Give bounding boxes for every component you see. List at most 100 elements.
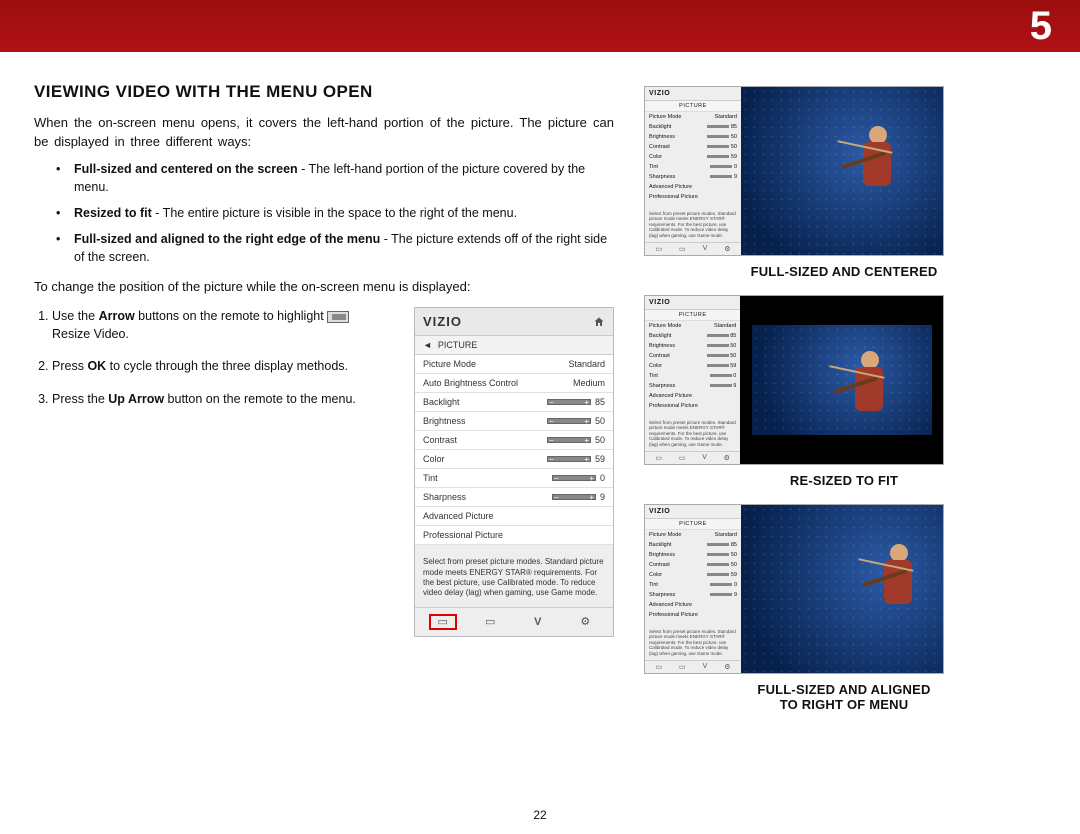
menu-row-professional-picture[interactable]: Professional Picture bbox=[415, 526, 613, 545]
menu-row-auto-brightness[interactable]: Auto Brightness Control Medium bbox=[415, 374, 613, 393]
menu-row-tint[interactable]: Tint −+ 0 bbox=[415, 469, 613, 488]
step-3: Press the Up Arrow button on the remote … bbox=[52, 390, 396, 408]
page-number: 22 bbox=[533, 808, 546, 822]
mini-row: Contrast 50 bbox=[645, 142, 741, 152]
row-label: Color bbox=[423, 454, 445, 464]
menu-row-color[interactable]: Color−+59 bbox=[415, 450, 613, 469]
bullet-list: Full-sized and centered on the screen - … bbox=[62, 160, 614, 267]
row-value: 50 bbox=[595, 435, 605, 445]
mini-row: Picture ModeStandard bbox=[645, 112, 741, 122]
menu-help-text: Select from preset picture modes. Standa… bbox=[415, 545, 613, 607]
mini-menu: VIZIO PICTURE Picture ModeStandard Backl… bbox=[645, 296, 740, 464]
bullet-1: Full-sized and centered on the screen - … bbox=[62, 160, 614, 196]
step-1-c: buttons on the remote to highlight bbox=[135, 309, 328, 323]
thumb-block-3: VIZIO PICTURE Picture ModeStandard Backl… bbox=[644, 504, 1044, 712]
caption-1: FULL-SIZED AND CENTERED bbox=[644, 264, 1044, 279]
intro-text: When the on-screen menu opens, it covers… bbox=[34, 115, 614, 149]
thumbnail-resized: VIZIO PICTURE Picture ModeStandard Backl… bbox=[644, 295, 944, 465]
slider-icon[interactable]: −+ bbox=[547, 399, 591, 405]
menu-row-advanced-picture[interactable]: Advanced Picture bbox=[415, 507, 613, 526]
mini-help: Select from preset picture modes. Standa… bbox=[645, 207, 741, 242]
menu-row-backlight[interactable]: Backlight−+85 bbox=[415, 393, 613, 412]
right-column: VIZIO PICTURE Picture ModeStandard Backl… bbox=[644, 82, 1044, 728]
step-1-bold: Arrow bbox=[99, 309, 135, 323]
left-column: VIEWING VIDEO WITH THE MENU OPEN When th… bbox=[34, 82, 614, 728]
resize-video-icon[interactable]: ▭ bbox=[429, 614, 457, 630]
bullet-2-bold: Resized to fit bbox=[74, 206, 152, 220]
violinist-image bbox=[847, 124, 907, 194]
slider-icon[interactable]: −+ bbox=[552, 494, 596, 500]
mini-icons: ▭▭V⚙ bbox=[645, 242, 741, 255]
slider-icon[interactable]: −+ bbox=[547, 418, 591, 424]
step-1-a: Use the bbox=[52, 309, 99, 323]
menu-section-label: PICTURE bbox=[438, 340, 478, 350]
step-2-bold: OK bbox=[87, 359, 106, 373]
step-3-a: Press the bbox=[52, 392, 108, 406]
row-label: Tint bbox=[423, 473, 438, 483]
caption-2: RE-SIZED TO FIT bbox=[644, 473, 1044, 488]
video-picture bbox=[741, 505, 944, 674]
mini-menu: VIZIO PICTURE Picture ModeStandard Backl… bbox=[645, 87, 741, 255]
v-icon[interactable]: V bbox=[524, 614, 552, 630]
row-label: Advanced Picture bbox=[423, 511, 494, 521]
change-paragraph: To change the position of the picture wh… bbox=[34, 278, 614, 297]
slider-icon[interactable]: −+ bbox=[552, 475, 596, 481]
row-label: Brightness bbox=[423, 416, 466, 426]
thumbnail-aligned-right: VIZIO PICTURE Picture ModeStandard Backl… bbox=[644, 504, 944, 674]
menu-row-picture-mode[interactable]: Picture ModeStandard bbox=[415, 355, 613, 374]
row-value: 50 bbox=[595, 416, 605, 426]
steps-list: Use the Arrow buttons on the remote to h… bbox=[52, 307, 396, 637]
section-title: VIEWING VIDEO WITH THE MENU OPEN bbox=[34, 82, 614, 102]
menu-row-sharpness[interactable]: Sharpness −+ 9 bbox=[415, 488, 613, 507]
resize-video-icon bbox=[327, 311, 349, 323]
settings-icon[interactable]: ⚙ bbox=[571, 614, 599, 630]
bullet-2: Resized to fit - The entire picture is v… bbox=[62, 204, 614, 222]
row-value: Medium bbox=[573, 378, 605, 388]
row-value: 9 bbox=[600, 492, 605, 502]
row-value: 0 bbox=[600, 473, 605, 483]
mini-row: Sharpness 9 bbox=[645, 172, 741, 182]
mini-brand: VIZIO bbox=[645, 296, 740, 310]
video-wrap bbox=[740, 296, 943, 464]
mini-row: Professional Picture bbox=[645, 192, 741, 202]
mini-sub: PICTURE bbox=[645, 519, 741, 530]
back-icon[interactable]: ◄ bbox=[423, 340, 432, 350]
mini-menu: VIZIO PICTURE Picture ModeStandard Backl… bbox=[645, 505, 741, 673]
menu-sub-header[interactable]: ◄ PICTURE bbox=[415, 336, 613, 355]
video-picture bbox=[741, 87, 943, 255]
row-label: Contrast bbox=[423, 435, 457, 445]
row-label: Auto Brightness Control bbox=[423, 378, 518, 388]
brand-logo: VIZIO bbox=[423, 314, 462, 329]
violinist-image bbox=[868, 542, 928, 612]
bullet-3-bold: Full-sized and aligned to the right edge… bbox=[74, 232, 380, 246]
slider-icon[interactable]: −+ bbox=[547, 437, 591, 443]
mini-row: Backlight 85 bbox=[645, 122, 741, 132]
step-2-a: Press bbox=[52, 359, 87, 373]
header-bar: 5 bbox=[0, 0, 1080, 52]
menu-row-brightness[interactable]: Brightness −+ 50 bbox=[415, 412, 613, 431]
row-label: Picture Mode bbox=[423, 359, 476, 369]
mini-row: Tint 0 bbox=[645, 162, 741, 172]
mini-sub: PICTURE bbox=[645, 310, 740, 321]
step-1-d: Resize Video. bbox=[52, 327, 129, 341]
thumbnail-full-centered: VIZIO PICTURE Picture ModeStandard Backl… bbox=[644, 86, 944, 256]
vizio-menu-panel: VIZIO ◄ PICTURE Picture ModeStandard Aut… bbox=[414, 307, 614, 637]
row-label: Sharpness bbox=[423, 492, 466, 502]
slider-icon[interactable]: −+ bbox=[547, 456, 591, 462]
mini-row: Brightness 50 bbox=[645, 132, 741, 142]
thumb-block-2: VIZIO PICTURE Picture ModeStandard Backl… bbox=[644, 295, 1044, 488]
step-3-c: button on the remote to the menu. bbox=[164, 392, 356, 406]
menu-row-contrast[interactable]: Contrast −+ 50 bbox=[415, 431, 613, 450]
bullet-3: Full-sized and aligned to the right edge… bbox=[62, 230, 614, 266]
mini-brand: VIZIO bbox=[645, 505, 741, 519]
bullet-2-rest: - The entire picture is visible in the s… bbox=[152, 206, 517, 220]
home-icon[interactable] bbox=[593, 316, 605, 328]
steps-and-menu: Use the Arrow buttons on the remote to h… bbox=[34, 307, 614, 637]
menu-rows: Picture ModeStandard Auto Brightness Con… bbox=[415, 355, 613, 545]
intro-paragraph: When the on-screen menu opens, it covers… bbox=[34, 114, 614, 152]
mini-brand: VIZIO bbox=[645, 87, 741, 101]
row-label: Professional Picture bbox=[423, 530, 503, 540]
wide-mode-icon[interactable]: ▭ bbox=[476, 614, 504, 630]
menu-header: VIZIO bbox=[415, 308, 613, 336]
page-content: VIEWING VIDEO WITH THE MENU OPEN When th… bbox=[0, 52, 1080, 738]
